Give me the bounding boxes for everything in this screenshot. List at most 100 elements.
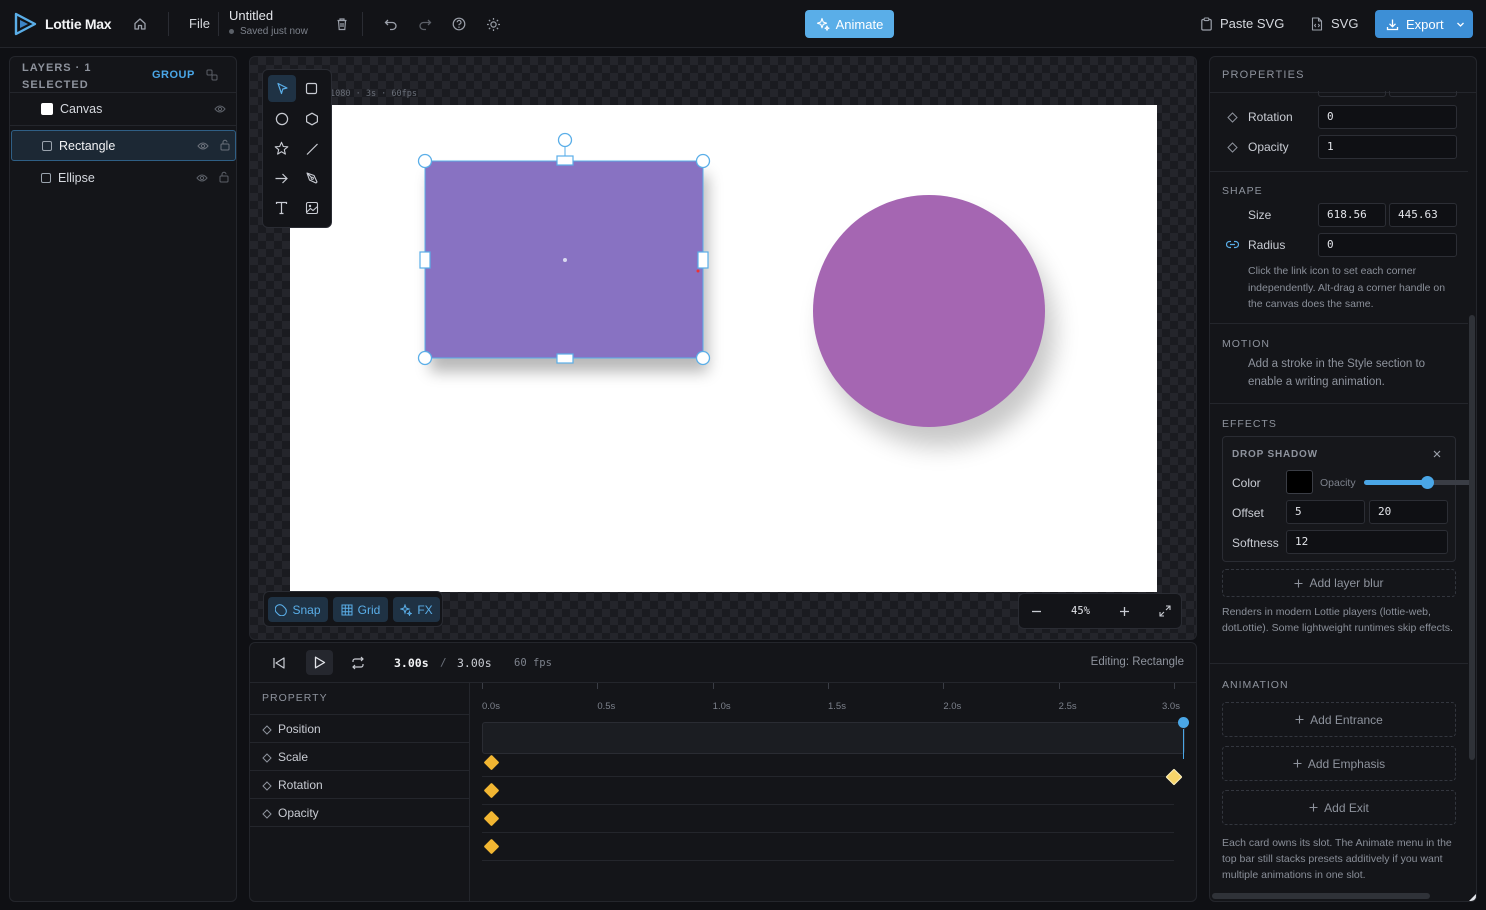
polygon-tool-icon[interactable] bbox=[305, 112, 319, 126]
eye-icon[interactable] bbox=[197, 141, 209, 151]
save-status-text: Saved just now bbox=[240, 26, 308, 37]
add-layer-blur-button[interactable]: Add layer blur bbox=[1222, 569, 1456, 597]
softness-input[interactable]: 12 bbox=[1286, 530, 1448, 554]
redo-icon[interactable] bbox=[414, 13, 436, 35]
zoom-out-icon[interactable] bbox=[1031, 606, 1042, 617]
animation-hint: Each card owns its slot. The Animate men… bbox=[1222, 837, 1452, 881]
grid-toggle[interactable]: Grid bbox=[333, 597, 388, 622]
opacity-label: Opacity bbox=[1248, 140, 1289, 154]
artboard[interactable] bbox=[290, 105, 1157, 592]
keyframe-diamond[interactable] bbox=[483, 810, 500, 827]
property-row[interactable]: Opacity bbox=[250, 799, 469, 827]
line-tool-icon[interactable] bbox=[305, 142, 319, 156]
shadow-color-swatch[interactable] bbox=[1286, 470, 1313, 494]
select-tool[interactable] bbox=[268, 75, 296, 102]
file-menu[interactable]: File bbox=[189, 16, 210, 31]
opacity-slider-thumb[interactable] bbox=[1421, 476, 1434, 489]
add-emphasis-button[interactable]: Add Emphasis bbox=[1222, 746, 1456, 781]
vertical-scrollbar[interactable] bbox=[1469, 315, 1475, 760]
add-layer-blur-label: Add layer blur bbox=[1309, 576, 1384, 590]
skip-to-start-icon[interactable] bbox=[272, 656, 286, 670]
paste-svg-button[interactable]: Paste SVG bbox=[1200, 16, 1284, 31]
horizontal-scrollbar[interactable] bbox=[1212, 893, 1430, 899]
keyframe-diamond-selected[interactable] bbox=[1165, 768, 1183, 786]
close-icon[interactable] bbox=[1432, 449, 1442, 459]
offset-x-input[interactable]: 5 bbox=[1286, 500, 1365, 524]
eye-icon[interactable] bbox=[214, 104, 226, 114]
arrow-tool-icon[interactable] bbox=[274, 172, 289, 185]
radius-hint: Click the link icon to set each corner i… bbox=[1248, 265, 1446, 310]
ellipse-shape[interactable] bbox=[813, 195, 1045, 427]
help-icon[interactable] bbox=[448, 13, 470, 35]
playhead-handle[interactable] bbox=[1178, 717, 1189, 728]
ruler-tick bbox=[1058, 683, 1060, 689]
keyframe-diamond[interactable] bbox=[483, 838, 500, 855]
document-title[interactable]: Untitled bbox=[229, 8, 273, 23]
animate-button[interactable]: Animate bbox=[805, 10, 894, 38]
keyframe-diamond[interactable] bbox=[483, 754, 500, 771]
size-width-input[interactable]: 618.56 bbox=[1318, 203, 1386, 227]
property-row[interactable]: Scale bbox=[250, 743, 469, 771]
fx-toggle[interactable]: FX bbox=[393, 597, 440, 622]
snap-label: Snap bbox=[292, 602, 321, 617]
theme-toggle-icon[interactable] bbox=[482, 13, 504, 35]
play-button[interactable] bbox=[306, 650, 333, 675]
star-tool-icon[interactable] bbox=[274, 141, 289, 156]
export-button[interactable]: Export bbox=[1375, 10, 1473, 38]
selection-overlay[interactable] bbox=[410, 125, 720, 370]
unlock-icon[interactable] bbox=[219, 171, 229, 183]
property-row[interactable]: Position bbox=[250, 715, 469, 743]
field-stub bbox=[1318, 91, 1386, 97]
add-exit-button[interactable]: Add Exit bbox=[1222, 790, 1456, 825]
fx-label: FX bbox=[417, 602, 433, 617]
zoom-level[interactable]: 45% bbox=[1071, 605, 1090, 617]
svg-button[interactable]: SVG bbox=[1311, 16, 1358, 31]
undo-icon[interactable] bbox=[380, 13, 402, 35]
track-row[interactable] bbox=[482, 860, 1174, 861]
ellipse-tool-icon[interactable] bbox=[275, 112, 289, 126]
keyframe-diamond-icon bbox=[262, 753, 272, 763]
unlock-icon[interactable] bbox=[220, 139, 230, 151]
keyframe-diamond-icon[interactable] bbox=[1227, 142, 1238, 153]
offset-y-input[interactable]: 20 bbox=[1369, 500, 1448, 524]
opacity-slider-track[interactable] bbox=[1364, 480, 1474, 485]
resize-grip-icon[interactable] bbox=[1469, 893, 1476, 901]
group-button[interactable]: GROUP bbox=[152, 69, 195, 81]
app-logo[interactable]: Lottie Max bbox=[12, 11, 112, 37]
add-emphasis-label: Add Emphasis bbox=[1307, 756, 1386, 771]
snap-toggle[interactable]: Snap bbox=[268, 597, 328, 622]
layer-item-ellipse[interactable]: Ellipse bbox=[10, 164, 236, 192]
add-entrance-button[interactable]: Add Entrance bbox=[1222, 702, 1456, 737]
track-row[interactable] bbox=[482, 776, 1174, 777]
zoom-in-icon[interactable] bbox=[1119, 606, 1130, 617]
eye-icon[interactable] bbox=[196, 173, 208, 183]
pen-tool-icon[interactable] bbox=[305, 171, 319, 185]
animate-label: Animate bbox=[835, 16, 884, 32]
rectangle-tool-icon[interactable] bbox=[305, 82, 318, 95]
trash-icon[interactable] bbox=[331, 13, 353, 35]
layer-item-canvas[interactable]: Canvas bbox=[10, 95, 236, 123]
layer-item-rectangle[interactable]: Rectangle bbox=[11, 130, 236, 161]
timeline-track-bar[interactable] bbox=[482, 722, 1185, 754]
opacity-input[interactable]: 1 bbox=[1318, 135, 1457, 159]
radius-input[interactable]: 0 bbox=[1318, 233, 1457, 257]
keyframe-diamond-icon[interactable] bbox=[1227, 112, 1238, 123]
rotation-input[interactable]: 0 bbox=[1318, 105, 1457, 129]
fullscreen-icon[interactable] bbox=[1159, 605, 1171, 617]
loop-icon[interactable] bbox=[350, 656, 366, 670]
track-row[interactable] bbox=[482, 832, 1174, 833]
keyframe-diamond[interactable] bbox=[483, 782, 500, 799]
link-icon[interactable] bbox=[1226, 240, 1239, 249]
status-dot bbox=[229, 29, 234, 34]
image-tool-icon[interactable] bbox=[305, 201, 319, 215]
ruler-tick-label: 3.0s bbox=[1162, 701, 1180, 712]
ruler-tick bbox=[1174, 683, 1175, 689]
property-row[interactable]: Rotation bbox=[250, 771, 469, 799]
text-tool-icon[interactable] bbox=[275, 201, 288, 215]
track-row[interactable] bbox=[482, 804, 1174, 805]
home-icon[interactable] bbox=[129, 13, 151, 35]
size-height-input[interactable]: 445.63 bbox=[1389, 203, 1457, 227]
ungroup-icon[interactable] bbox=[206, 69, 218, 81]
time-ruler[interactable]: 0.0s 0.5s 1.0s 1.5s 2.0s 2.5s 3.0s bbox=[472, 683, 1195, 715]
canvas-viewport[interactable]: 1080 · 3s · 60fps Snap Grid FX 45% bbox=[249, 56, 1197, 640]
